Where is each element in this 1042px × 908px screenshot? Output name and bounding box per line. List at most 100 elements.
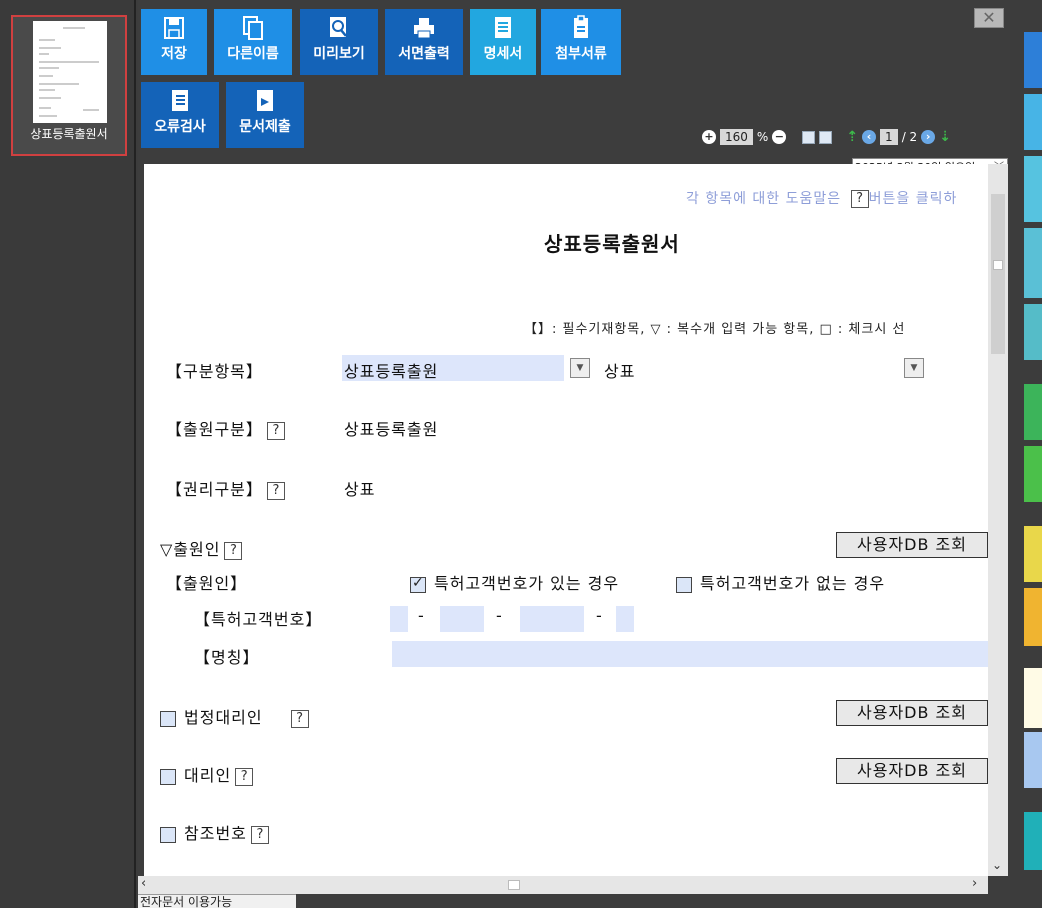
applicant-label: 【출원인】 — [166, 574, 248, 593]
save-as-label: 다른이름 — [227, 46, 279, 62]
customer-number-label: 【특허고객번호】 — [194, 610, 323, 629]
side-tab-1[interactable] — [1024, 32, 1042, 88]
help-hint: 각 항목에 대한 도움말은 ? 버튼을 클릭하 — [686, 188, 957, 208]
save-button[interactable]: 저장 — [141, 9, 207, 75]
agent-text: 대리인 — [184, 766, 232, 785]
agent-option[interactable]: 대리인? — [160, 762, 254, 786]
submit-document-button[interactable]: 문서제출 — [226, 82, 304, 148]
print-button[interactable]: 서면출력 — [385, 9, 463, 75]
horizontal-scrollbar[interactable]: ‹ › — [138, 876, 988, 894]
main-area: 저장 다른이름 미리보기 서면출력 명세서 첨부서류 오류검사 문서제출 ✕ +… — [138, 0, 1010, 908]
attachments-button[interactable]: 첨부서류 — [541, 9, 621, 75]
application-type-value: 상표등록출원 — [344, 420, 439, 439]
has-customer-number-checkbox[interactable] — [410, 575, 426, 593]
save-as-button[interactable]: 다른이름 — [214, 9, 292, 75]
legal-agent-option[interactable]: 법정대리인? — [160, 704, 309, 728]
name-field[interactable] — [392, 641, 988, 667]
prev-page-icon[interactable]: ‹ — [862, 130, 877, 144]
side-tab-9[interactable] — [1024, 588, 1042, 646]
page-thumbnail[interactable]: 상표등록출원서 — [11, 15, 127, 156]
application-type-label: 【출원구분】? — [166, 416, 285, 440]
reference-number-checkbox[interactable] — [160, 826, 176, 843]
printer-icon — [414, 18, 434, 39]
last-page-icon[interactable]: ⇣ — [939, 129, 951, 145]
thumbnail-page-preview — [33, 21, 107, 123]
side-tab-3[interactable] — [1024, 156, 1042, 222]
application-type-label-text: 【출원구분】 — [166, 420, 263, 439]
document-form: 각 항목에 대한 도움말은 ? 버튼을 클릭하 상표등록출원서 【】: 필수기재항… — [144, 164, 988, 876]
vertical-scroll-thumb[interactable] — [991, 194, 1005, 354]
next-page-icon[interactable]: › — [921, 130, 936, 144]
category-label: 【구분항목】 — [166, 362, 263, 381]
preview-button[interactable]: 미리보기 — [300, 9, 378, 75]
customer-number-field-4[interactable] — [616, 606, 634, 632]
help-hint-icon: ? — [850, 190, 869, 208]
specification-button[interactable]: 명세서 — [470, 9, 536, 75]
scroll-left-icon[interactable]: ‹ — [141, 876, 146, 891]
thumbnail-label: 상표등록출원서 — [30, 127, 108, 141]
agent-db-lookup-button[interactable]: 사용자DB 조회 — [836, 758, 988, 784]
page-number-input[interactable]: 1 — [880, 129, 898, 145]
horizontal-scroll-thumb[interactable] — [508, 880, 520, 890]
customer-number-field-2[interactable] — [440, 606, 484, 632]
side-tab-2[interactable] — [1024, 94, 1042, 150]
application-type-help-icon[interactable]: ? — [266, 421, 285, 440]
category-value-2: 상표 — [604, 362, 636, 381]
side-tab-8[interactable] — [1024, 526, 1042, 582]
vertical-scrollbar[interactable]: ⌄ — [988, 164, 1008, 876]
customer-number-field-3[interactable] — [520, 606, 584, 632]
send-document-icon — [257, 90, 273, 111]
side-tab-5[interactable] — [1024, 304, 1042, 360]
close-button[interactable]: ✕ — [974, 8, 1004, 28]
right-type-label: 【권리구분】? — [166, 476, 285, 500]
fit-page-icon[interactable] — [819, 130, 833, 144]
category2-dropdown-arrow-icon[interactable]: ▼ — [904, 358, 924, 378]
help-hint-text: 각 항목에 대한 도움말은 — [686, 191, 842, 207]
legend-text: 【】: 필수기재항목, ▽ : 복수개 입력 가능 항목, □ : 체크시 선 — [524, 322, 906, 337]
legal-agent-db-lookup-button[interactable]: 사용자DB 조회 — [836, 700, 988, 726]
customer-number-field-1[interactable] — [390, 606, 408, 632]
page-total: / 2 — [901, 130, 918, 144]
has-customer-number-text: 특허고객번호가 있는 경우 — [434, 574, 620, 593]
checklist-icon — [172, 90, 188, 111]
agent-checkbox[interactable] — [160, 768, 176, 785]
category-select-value: 상표등록출원 — [344, 362, 439, 381]
dash-3: - — [596, 606, 603, 625]
legal-agent-help-icon[interactable]: ? — [290, 709, 309, 728]
zoom-unit: % — [756, 130, 769, 144]
preview-label: 미리보기 — [313, 46, 365, 62]
fit-width-icon[interactable] — [802, 130, 816, 144]
scroll-right-icon[interactable]: › — [972, 876, 977, 891]
legal-agent-text: 법정대리인 — [184, 708, 263, 727]
no-customer-number-text: 특허고객번호가 없는 경우 — [700, 574, 886, 593]
side-tab-7[interactable] — [1024, 446, 1042, 502]
reference-number-option[interactable]: 참조번호? — [160, 820, 269, 844]
has-customer-number-option[interactable]: 특허고객번호가 있는 경우 — [410, 570, 619, 594]
scroll-down-icon[interactable]: ⌄ — [992, 858, 1002, 872]
applicant-help-icon[interactable]: ? — [224, 541, 243, 560]
zoom-page-controls: + 160 % − ⇡ ‹ 1 / 2 › ⇣ — [702, 126, 951, 148]
zoom-level-input[interactable]: 160 — [720, 129, 753, 145]
right-type-help-icon[interactable]: ? — [266, 481, 285, 500]
app-window: 상표등록출원서 저장 다른이름 미리보기 서면출력 명세서 첨부서류 오류검사 … — [0, 0, 1042, 908]
error-check-button[interactable]: 오류검사 — [141, 82, 219, 148]
no-customer-number-checkbox[interactable] — [676, 576, 692, 593]
side-tab-4[interactable] — [1024, 228, 1042, 298]
side-tab-12[interactable] — [1024, 812, 1042, 870]
first-page-icon[interactable]: ⇡ — [846, 129, 858, 145]
status-bar: 전자문서 이용가능 — [138, 894, 296, 908]
side-tab-11[interactable] — [1024, 732, 1042, 788]
side-tab-6[interactable] — [1024, 384, 1042, 440]
legal-agent-checkbox[interactable] — [160, 710, 176, 727]
no-customer-number-option[interactable]: 특허고객번호가 없는 경우 — [676, 570, 885, 594]
name-label: 【명칭】 — [194, 648, 260, 667]
category-dropdown-arrow-icon[interactable]: ▼ — [570, 358, 590, 378]
zoom-out-icon[interactable]: − — [772, 130, 787, 144]
applicant-section-label: ▽출원인? — [160, 536, 243, 560]
side-tab-10[interactable] — [1024, 668, 1042, 728]
applicant-db-lookup-button[interactable]: 사용자DB 조회 — [836, 532, 988, 558]
applicant-section-text: ▽출원인 — [160, 540, 221, 559]
reference-number-help-icon[interactable]: ? — [250, 825, 269, 844]
zoom-in-icon[interactable]: + — [702, 130, 716, 144]
agent-help-icon[interactable]: ? — [235, 767, 254, 786]
